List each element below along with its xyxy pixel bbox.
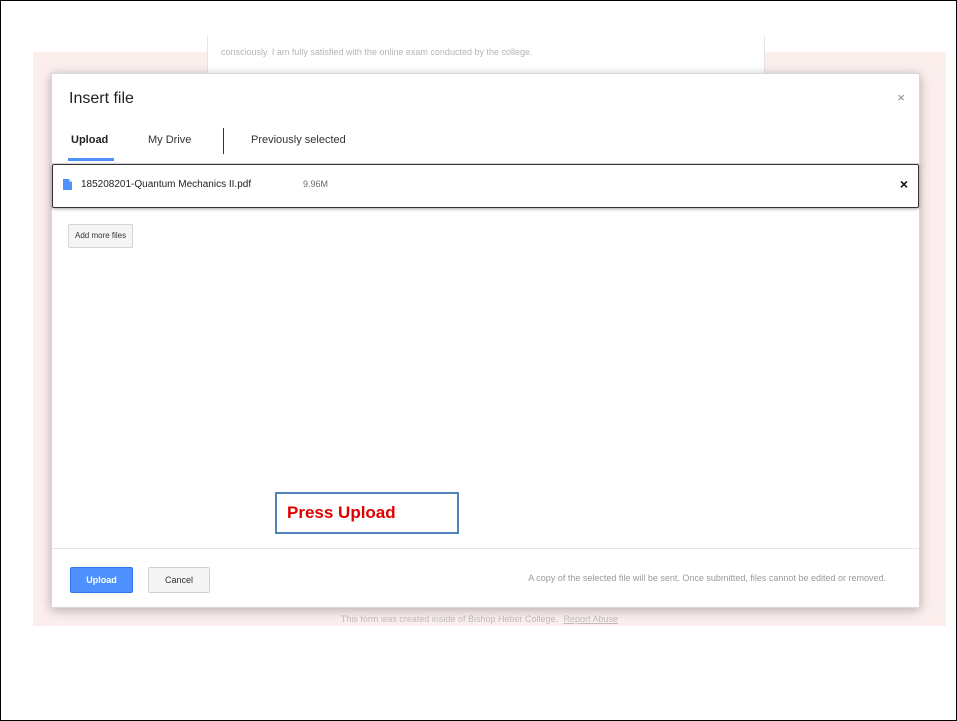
footer-divider [52, 548, 919, 549]
upload-disclaimer: A copy of the selected file will be sent… [528, 573, 886, 583]
report-abuse-link[interactable]: Report Abuse [564, 614, 619, 624]
file-size: 9.96M [303, 179, 329, 189]
selected-file-row: 185208201-Quantum Mechanics II.pdf 9.96M… [52, 164, 919, 208]
background-form-text: consciously. I am fully satisfied with t… [221, 47, 533, 57]
upload-button[interactable]: Upload [70, 567, 133, 593]
file-name: 185208201-Quantum Mechanics II.pdf [81, 179, 252, 190]
tab-my-drive[interactable]: My Drive [148, 134, 191, 146]
insert-file-dialog: Insert file × Upload My Drive Previously… [51, 73, 920, 608]
close-icon[interactable]: × [897, 90, 905, 105]
tab-previously-selected[interactable]: Previously selected [251, 134, 346, 146]
tab-active-indicator [68, 158, 114, 161]
form-footer: This form was created inside of Bishop H… [1, 614, 957, 624]
dialog-tabs: Upload My Drive Previously selected [52, 124, 919, 164]
cancel-button[interactable]: Cancel [148, 567, 210, 593]
remove-file-icon[interactable]: × [900, 176, 908, 192]
tab-upload[interactable]: Upload [71, 134, 108, 146]
form-footer-text: This form was created inside of Bishop H… [340, 614, 559, 624]
add-more-files-button[interactable]: Add more files [68, 224, 134, 248]
tab-separator [223, 128, 224, 154]
slide: consciously. I am fully satisfied with t… [0, 0, 957, 721]
press-upload-callout: Press Upload [275, 492, 459, 534]
dialog-title: Insert file [69, 90, 134, 107]
callout-text: Press Upload [287, 503, 396, 522]
document-icon [63, 179, 72, 190]
